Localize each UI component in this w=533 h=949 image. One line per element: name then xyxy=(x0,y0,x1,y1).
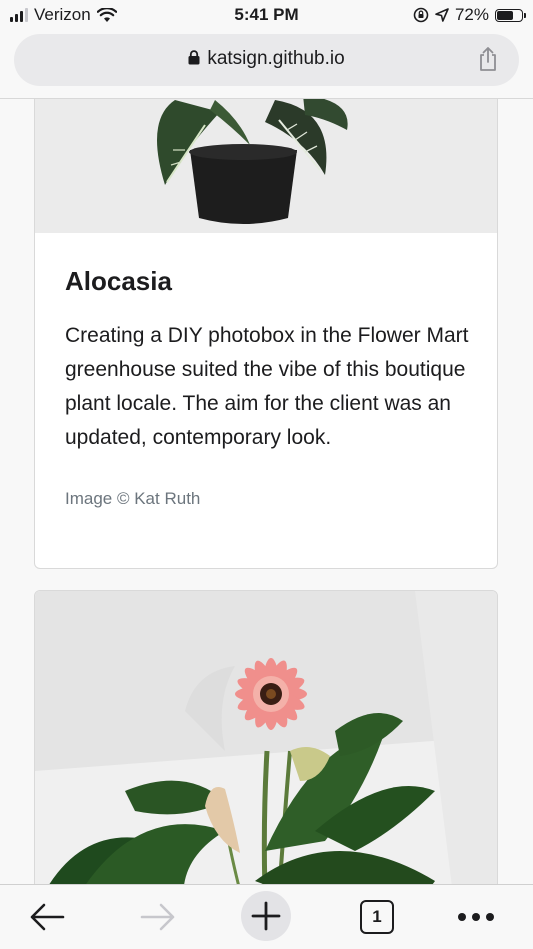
card-text: Creating a DIY photobox in the Flower Ma… xyxy=(65,324,469,449)
battery-icon xyxy=(495,8,526,22)
card-title: Alocasia xyxy=(65,266,172,296)
back-arrow-icon xyxy=(30,903,65,931)
card-body: Alocasia Creating a DIY photobox in the … xyxy=(65,266,475,509)
tab-switcher-button[interactable]: 1 xyxy=(360,900,394,934)
orientation-lock-icon xyxy=(413,7,429,23)
forward-arrow-icon xyxy=(140,903,175,931)
tab-count: 1 xyxy=(372,907,382,926)
alocasia-photo xyxy=(35,99,497,233)
image-credit: Image © Kat Ruth xyxy=(65,489,201,508)
address-bar[interactable]: katsign.github.io xyxy=(14,34,519,86)
url-text: katsign.github.io xyxy=(207,48,345,69)
browser-toolbar: 1 xyxy=(0,884,533,949)
page-content: Alocasia Creating a DIY photobox in the … xyxy=(0,99,533,884)
more-menu-button[interactable] xyxy=(455,894,497,940)
battery-percent: 72% xyxy=(454,5,489,24)
forward-button[interactable] xyxy=(137,894,179,940)
location-icon xyxy=(435,8,449,22)
back-button[interactable] xyxy=(26,894,68,940)
status-right: 72% xyxy=(413,5,526,25)
share-icon[interactable] xyxy=(477,46,499,72)
gerbera-photo xyxy=(35,591,497,884)
lock-icon xyxy=(188,50,200,65)
url-display[interactable]: katsign.github.io xyxy=(14,48,519,70)
address-bar-area: katsign.github.io xyxy=(0,30,533,99)
project-card: Alocasia Creating a DIY photobox in the … xyxy=(34,99,498,569)
more-icon xyxy=(458,913,494,921)
plus-icon xyxy=(251,901,281,931)
new-tab-button[interactable] xyxy=(241,891,291,941)
status-bar: Verizon 5:41 PM 72% xyxy=(0,0,533,30)
project-card xyxy=(34,590,498,884)
